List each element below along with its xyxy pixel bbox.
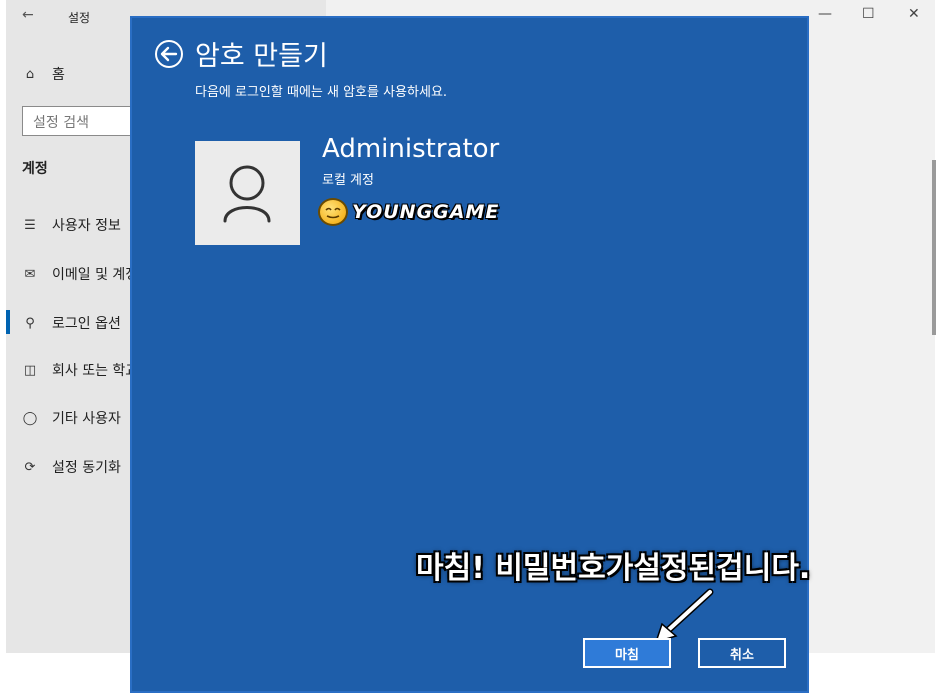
cancel-button[interactable]: 취소 <box>698 638 786 668</box>
sidebar-item-label: 이메일 및 계정 <box>52 267 139 283</box>
scrollbar[interactable] <box>932 160 936 335</box>
watermark-logo: YOUNGGAME <box>318 198 499 226</box>
home-icon: ⌂ <box>25 66 35 82</box>
watermark-text: YOUNGGAME <box>352 201 500 223</box>
briefcase-icon: ◫ <box>23 362 37 378</box>
user-silhouette-icon <box>223 165 271 223</box>
close-icon[interactable]: ✕ <box>908 6 920 22</box>
maximize-icon[interactable]: ☐ <box>862 6 875 22</box>
sidebar-item-label: 기타 사용자 <box>52 411 121 427</box>
sidebar-item-sync[interactable]: ⟳ 설정 동기화 <box>22 457 121 477</box>
user-info-icon: ☰ <box>24 217 36 233</box>
active-indicator <box>6 310 10 334</box>
search-input[interactable]: 설정 검색 <box>22 106 142 136</box>
sidebar-item-signin[interactable]: ⚲ 로그인 옵션 <box>22 313 121 333</box>
sync-icon: ⟳ <box>24 459 36 475</box>
minimize-icon[interactable]: — <box>818 6 832 22</box>
sidebar-item-label: 홈 <box>52 67 65 83</box>
finish-button[interactable]: 마침 <box>583 638 671 668</box>
back-arrow-icon[interactable]: ← <box>22 7 34 23</box>
sidebar-item-email[interactable]: ✉ 이메일 및 계정 <box>22 264 139 284</box>
dialog-title: 암호 만들기 <box>195 41 328 72</box>
sidebar-item-user-info[interactable]: ☰ 사용자 정보 <box>22 215 121 235</box>
key-icon: ⚲ <box>25 315 35 331</box>
avatar <box>195 141 300 245</box>
back-arrow-circle-icon <box>160 46 178 62</box>
sidebar-item-other-users[interactable]: ◯ 기타 사용자 <box>22 408 121 428</box>
back-button[interactable] <box>155 40 183 68</box>
sidebar-item-label: 로그인 옵션 <box>52 316 121 332</box>
smiley-face-icon <box>318 198 348 226</box>
mail-icon: ✉ <box>24 266 36 282</box>
window-title: 설정 <box>68 11 91 25</box>
annotation-text: 마침! 비밀번호가설정된겁니다. <box>416 551 811 586</box>
sidebar-item-label: 설정 동기화 <box>52 460 121 476</box>
create-password-dialog: 암호 만들기 다음에 로그인할 때에는 새 암호를 사용하세요. Adminis… <box>130 16 811 693</box>
section-heading: 계정 <box>22 161 48 177</box>
sidebar-item-label: 사용자 정보 <box>52 218 121 234</box>
add-user-icon: ◯ <box>22 410 38 426</box>
account-type: 로컬 계정 <box>322 173 374 188</box>
dialog-subtitle: 다음에 로그인할 때에는 새 암호를 사용하세요. <box>195 85 448 100</box>
sidebar-item-home[interactable]: ⌂ 홈 <box>22 64 65 84</box>
account-name: Administrator <box>322 134 500 164</box>
